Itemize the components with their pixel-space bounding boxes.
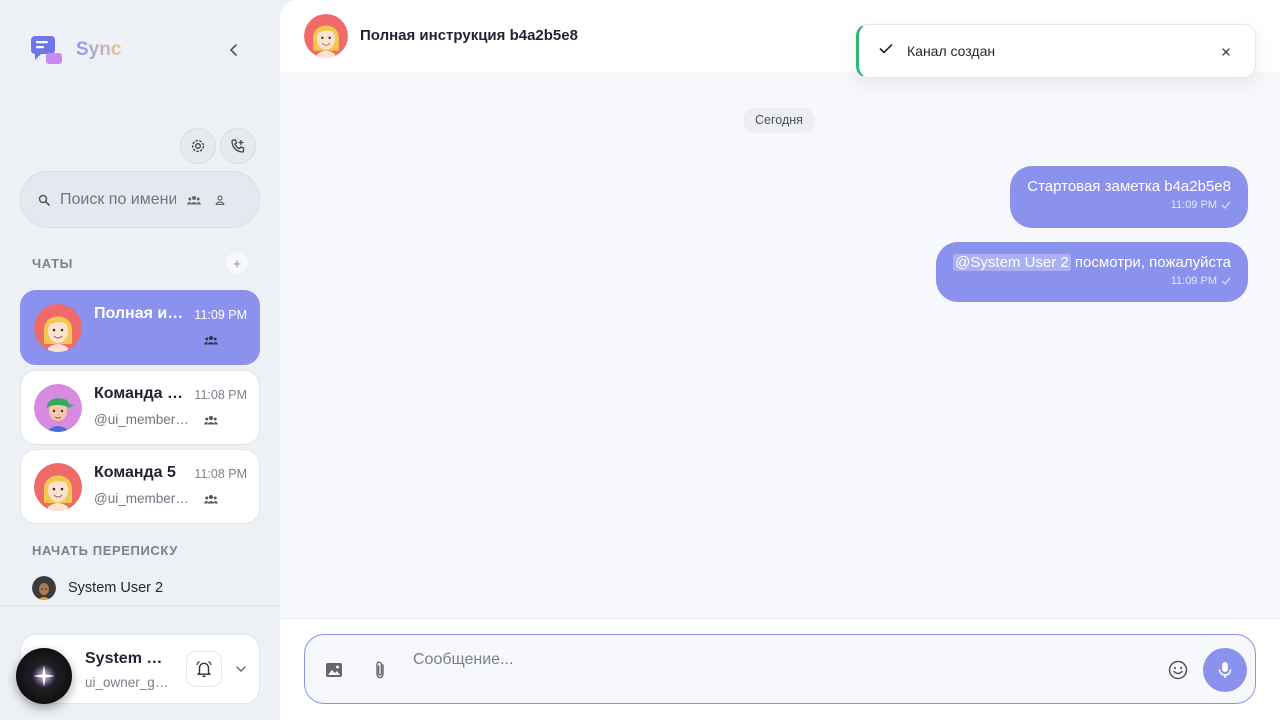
message-input[interactable]	[413, 649, 1153, 671]
mic-icon	[1218, 662, 1232, 678]
avatar	[32, 576, 56, 600]
group-icon	[203, 413, 219, 427]
contact-item[interactable]: System User 2	[32, 576, 163, 600]
brand[interactable]: Sync	[30, 33, 121, 67]
chat-panel: Полная инструкция b4a2b5e8 Сегодня Старт…	[280, 0, 1280, 720]
mention-chip[interactable]: @System User 2	[953, 254, 1071, 271]
message-bubble[interactable]: @System User 2 посмотри, пожалуйста 11:0…	[936, 242, 1248, 302]
contact-name: System User 2	[68, 580, 164, 596]
search-box	[20, 171, 260, 228]
message-body: посмотри, пожалуйста	[1070, 254, 1231, 271]
voice-record-button[interactable]	[1203, 648, 1247, 692]
phone-add-icon	[231, 139, 245, 153]
divider	[0, 605, 280, 606]
chats-section-label: ЧАТЫ	[32, 256, 73, 271]
group-icon	[203, 333, 219, 347]
toast-message: Канал создан	[907, 43, 996, 59]
new-call-button[interactable]	[220, 128, 256, 164]
chat-name: Полная инструкция b4a2b5e8	[94, 305, 192, 322]
chat-time: 11:09 PM	[194, 308, 247, 322]
avatar	[34, 384, 82, 432]
filter-groups-button[interactable]	[186, 192, 202, 208]
assistant-orb-button[interactable]	[16, 648, 72, 704]
chat-item[interactable]: Полная инструкция b4a2b5e8 11:09 PM	[20, 290, 260, 365]
profile-id: ui_owner_gamma	[85, 675, 171, 690]
avatar	[34, 463, 82, 511]
chat-item[interactable]: Команда проекта 11:08 PM @ui_member_gamm…	[20, 370, 260, 445]
paperclip-icon	[376, 661, 384, 679]
group-icon	[187, 195, 201, 204]
message-meta: 11:09 PM	[953, 275, 1231, 287]
message-bubble[interactable]: Стартовая заметка b4a2b5e8 11:09 PM	[1010, 166, 1248, 228]
attach-image-button[interactable]	[323, 659, 345, 681]
filter-users-button[interactable]	[212, 192, 228, 208]
message-body: Стартовая заметка b4a2b5e8	[1027, 178, 1231, 195]
message-text: Стартовая заметка b4a2b5e8	[1027, 178, 1231, 195]
check-icon	[879, 44, 893, 54]
brand-name: Sync	[76, 39, 122, 60]
chat-item[interactable]: Команда 5 11:08 PM @ui_member_gamma	[20, 449, 260, 524]
user-icon	[215, 194, 225, 205]
avatar	[34, 304, 82, 352]
toast-close-button[interactable]	[1219, 45, 1233, 59]
start-chat-section-label: НАЧАТЬ ПЕРЕПИСКУ	[32, 543, 178, 558]
chat-subtitle: @ui_member_gamma	[94, 412, 192, 427]
chevron-left-icon	[229, 44, 237, 56]
message-time: 11:09 PM	[1170, 199, 1217, 211]
profile-menu-button[interactable]	[233, 661, 249, 677]
gear-icon	[191, 139, 205, 153]
chat-time: 11:08 PM	[194, 467, 247, 481]
chat-subtitle: @ui_member_gamma	[94, 491, 192, 506]
check-icon	[1221, 277, 1231, 285]
emoji-icon	[1168, 660, 1188, 680]
chat-name: Команда проекта	[94, 385, 192, 402]
emoji-button[interactable]	[1167, 659, 1189, 681]
sidebar: Sync ЧАТЫ +	[0, 0, 280, 720]
image-icon	[326, 663, 342, 677]
message-composer	[304, 634, 1256, 704]
toast-notification: Канал создан	[856, 24, 1256, 78]
message-time: 11:09 PM	[1170, 275, 1217, 287]
collapse-sidebar-button[interactable]	[224, 40, 244, 60]
settings-button[interactable]	[180, 128, 216, 164]
check-icon	[1221, 201, 1231, 209]
bell-icon	[196, 660, 212, 678]
attach-file-button[interactable]	[369, 659, 391, 681]
search-icon	[38, 194, 50, 206]
chat-name: Команда 5	[94, 464, 176, 481]
message-text: @System User 2 посмотри, пожалуйста	[953, 254, 1231, 271]
close-icon	[1222, 48, 1230, 56]
search-input[interactable]	[60, 190, 176, 209]
chat-title[interactable]: Полная инструкция b4a2b5e8	[360, 27, 578, 44]
profile-name: System User	[85, 650, 171, 667]
sparkle-icon	[32, 664, 56, 688]
chevron-down-icon	[236, 666, 246, 672]
chat-time: 11:08 PM	[194, 388, 247, 402]
add-chat-button[interactable]: +	[226, 252, 248, 274]
message-meta: 11:09 PM	[1027, 199, 1231, 211]
logo-icon	[30, 33, 64, 67]
notifications-button[interactable]	[186, 651, 222, 687]
date-separator: Сегодня	[743, 108, 815, 133]
avatar[interactable]	[304, 14, 348, 58]
group-icon	[203, 492, 219, 506]
